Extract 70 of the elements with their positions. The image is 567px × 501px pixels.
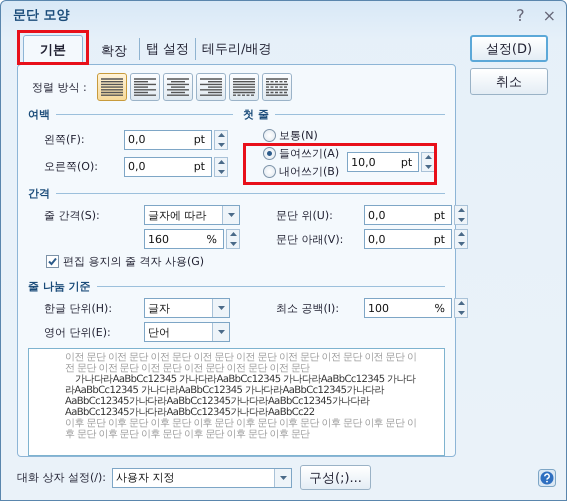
section-title: 여백 [28, 107, 50, 122]
section-title: 줄 나눔 기준 [28, 279, 91, 294]
section-title: 간격 [28, 186, 50, 201]
field-label: 문단 위(U): [275, 208, 334, 222]
left-align-icon [132, 76, 158, 98]
close-button[interactable]: × [542, 6, 556, 24]
field-label: 한글 단위(H): [44, 300, 114, 316]
spin-buttons[interactable] [454, 205, 468, 225]
caret-icon[interactable] [218, 306, 224, 310]
caret-icon[interactable] [280, 476, 286, 480]
dropdown[interactable]: 사용자 지정 [112, 468, 292, 488]
alignment-button[interactable] [96, 73, 127, 101]
preview-text: 이전 문단 이전 문단 이전 문단 이전 문단 이전 문단 이전 문단 이전 문단 이전 문단 이전 문단 이전 문단 이전 문단 이전 문단 이전 문단 이전 문단 [65, 352, 418, 374]
preview-text: 가나다라AaBbCc12345 가나다라AaBbCc12345 가나다라AaBbCc12345 가나다라AaBbCc12345 가나다라AaBbCc12345 가나다라AaBbCc12345가나다라AaBbCc12345가나다라AaBbCc12345가나다라AaBbCc12345가나다라AaBbCc12345가나다라AaBbCc12345가나다라AaBbCc22 [65, 374, 417, 418]
number-field[interactable]: 0,0 pt [364, 229, 452, 249]
radio-icon[interactable] [263, 164, 276, 178]
section-title: 첫 줄 [243, 107, 269, 122]
spin-buttons[interactable] [421, 152, 436, 172]
alignment-button[interactable] [162, 73, 193, 101]
radio-option[interactable]: 들여쓰기(A) [263, 144, 340, 162]
field-label: 문단 아래(V): [275, 232, 344, 246]
dropdown[interactable]: 글자에 따라 [144, 205, 240, 225]
help-icon[interactable] [538, 468, 556, 486]
preview-text: 이후 문단 이후 문단 이후 문단 이후 문단 이후 문단 이후 문단 이후 문단 이후 문단 이후 문단 이후 문단 이후 문단 이후 문단 이후 문단 이후 문단 [65, 418, 418, 440]
dialog-button[interactable]: 설정(D) [470, 35, 548, 62]
number-field[interactable]: 10,0 pt [347, 152, 420, 172]
radio-icon[interactable] [263, 128, 276, 142]
alignment-button[interactable] [228, 73, 259, 101]
right-align-icon [198, 76, 224, 98]
number-field[interactable]: 100 % [364, 298, 452, 318]
caret-icon[interactable] [218, 330, 224, 334]
tab[interactable]: 확장 [89, 38, 139, 64]
field-label: 왼쪽(F): [44, 132, 86, 147]
field-label: 영어 단위(E): [44, 324, 112, 340]
tab[interactable]: 테두리/배경 [195, 38, 278, 60]
radio-option[interactable]: 내어쓰기(B) [263, 162, 340, 180]
justify-align-icon [98, 76, 125, 98]
window-title: 문단 모양 [13, 7, 71, 24]
spin-buttons[interactable] [226, 229, 240, 249]
tab[interactable]: 탭 설정 [139, 38, 196, 60]
tab[interactable]: 기본 [23, 35, 83, 65]
help-button[interactable]: ? [516, 6, 525, 24]
spin-buttons[interactable] [214, 130, 228, 150]
spin-buttons[interactable] [454, 298, 468, 318]
alignment-label: 정렬 방식 : [31, 80, 87, 94]
field-label: 최소 공백(I): [275, 300, 340, 316]
number-field[interactable]: 0,0 pt [124, 130, 212, 150]
configure-button[interactable]: 구성(;)... [300, 465, 371, 490]
checkbox[interactable] [46, 254, 59, 268]
radio-icon[interactable] [263, 146, 276, 160]
spin-buttons[interactable] [454, 229, 468, 249]
spin-buttons[interactable] [214, 156, 228, 176]
distribute-align-icon [230, 76, 257, 98]
alignment-button[interactable] [262, 73, 292, 101]
radio-option[interactable]: 보통(N) [263, 126, 445, 144]
dialog-button[interactable]: 취소 [470, 68, 548, 95]
caret-icon[interactable] [228, 213, 234, 217]
number-field[interactable]: 0,0 pt [124, 156, 212, 176]
number-field[interactable]: 0,0 pt [364, 205, 452, 225]
dropdown[interactable]: 글자 [144, 298, 230, 318]
field-label: 줄 간격(S): [44, 208, 101, 222]
divide-align-icon [264, 76, 290, 98]
dropdown[interactable]: 단어 [144, 322, 230, 342]
alignment-button[interactable] [130, 73, 160, 101]
alignment-button[interactable] [196, 73, 226, 101]
checkbox-label: 편집 용지의 줄 격자 사용(G) [63, 254, 204, 268]
field-label: 오른쪽(O): [44, 159, 99, 174]
field-label: 대화 상자 설정(/): [17, 470, 106, 485]
center-align-icon [164, 76, 191, 98]
number-field[interactable]: 160 % [144, 229, 224, 249]
